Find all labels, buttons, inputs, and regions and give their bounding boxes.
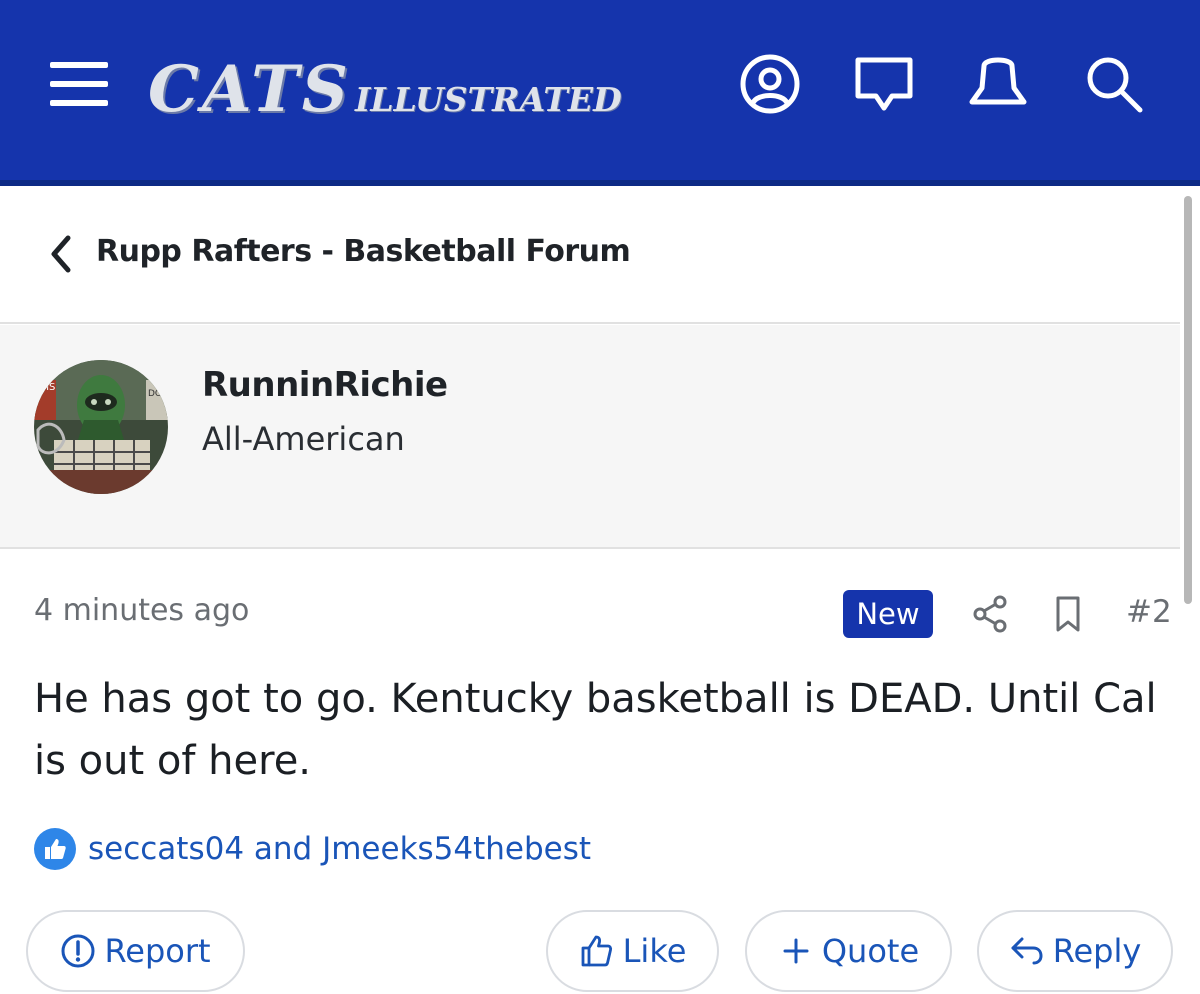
quote-label: Quote <box>821 932 920 970</box>
menu-icon[interactable] <box>50 62 110 106</box>
post-author-card: TIS DOP RunninRichie All-American <box>0 325 1180 549</box>
likes-summary[interactable]: seccats04 and Jmeeks54thebest <box>34 828 591 870</box>
svg-text:TIS: TIS <box>39 382 55 393</box>
logo-sub-text: ILLUSTRATED <box>354 80 622 119</box>
plus-icon <box>783 938 809 964</box>
author-name[interactable]: RunninRichie <box>202 365 448 405</box>
search-icon[interactable] <box>1082 52 1146 116</box>
author-title: All-American <box>202 420 405 458</box>
account-icon[interactable] <box>738 52 802 116</box>
svg-text:DOP: DOP <box>148 389 168 399</box>
report-icon <box>61 934 95 968</box>
like-button[interactable]: Like <box>546 910 719 992</box>
logo-main-text: CATS <box>148 52 351 127</box>
thumbs-up-icon <box>34 828 76 870</box>
messages-icon[interactable] <box>852 52 916 116</box>
quote-button[interactable]: Quote <box>745 910 952 992</box>
share-icon[interactable] <box>968 594 1014 634</box>
breadcrumb[interactable]: Rupp Rafters - Basketball Forum <box>0 186 1180 324</box>
chevron-left-icon[interactable] <box>44 234 78 274</box>
alerts-icon[interactable] <box>966 52 1030 116</box>
report-button[interactable]: Report <box>26 910 245 992</box>
top-navigation-bar: CATS ILLUSTRATED <box>0 0 1200 186</box>
new-badge: New <box>843 590 933 638</box>
reply-button[interactable]: Reply <box>977 910 1173 992</box>
post-timestamp[interactable]: 4 minutes ago <box>34 593 249 628</box>
likes-users[interactable]: seccats04 and Jmeeks54thebest <box>88 831 591 867</box>
report-label: Report <box>104 932 211 970</box>
avatar[interactable]: TIS DOP <box>34 360 168 494</box>
reply-arrow-icon <box>1011 937 1043 965</box>
scrollbar[interactable] <box>1184 196 1192 604</box>
post-number[interactable]: #2 <box>1126 594 1172 630</box>
thumbs-up-outline-icon <box>581 935 612 967</box>
reply-label: Reply <box>1052 932 1142 970</box>
breadcrumb-label[interactable]: Rupp Rafters - Basketball Forum <box>96 234 631 269</box>
post-body: He has got to go. Kentucky basketball is… <box>34 676 1157 784</box>
site-logo[interactable]: CATS ILLUSTRATED <box>148 52 622 122</box>
bookmark-icon[interactable] <box>1050 594 1086 634</box>
like-label: Like <box>622 932 687 970</box>
